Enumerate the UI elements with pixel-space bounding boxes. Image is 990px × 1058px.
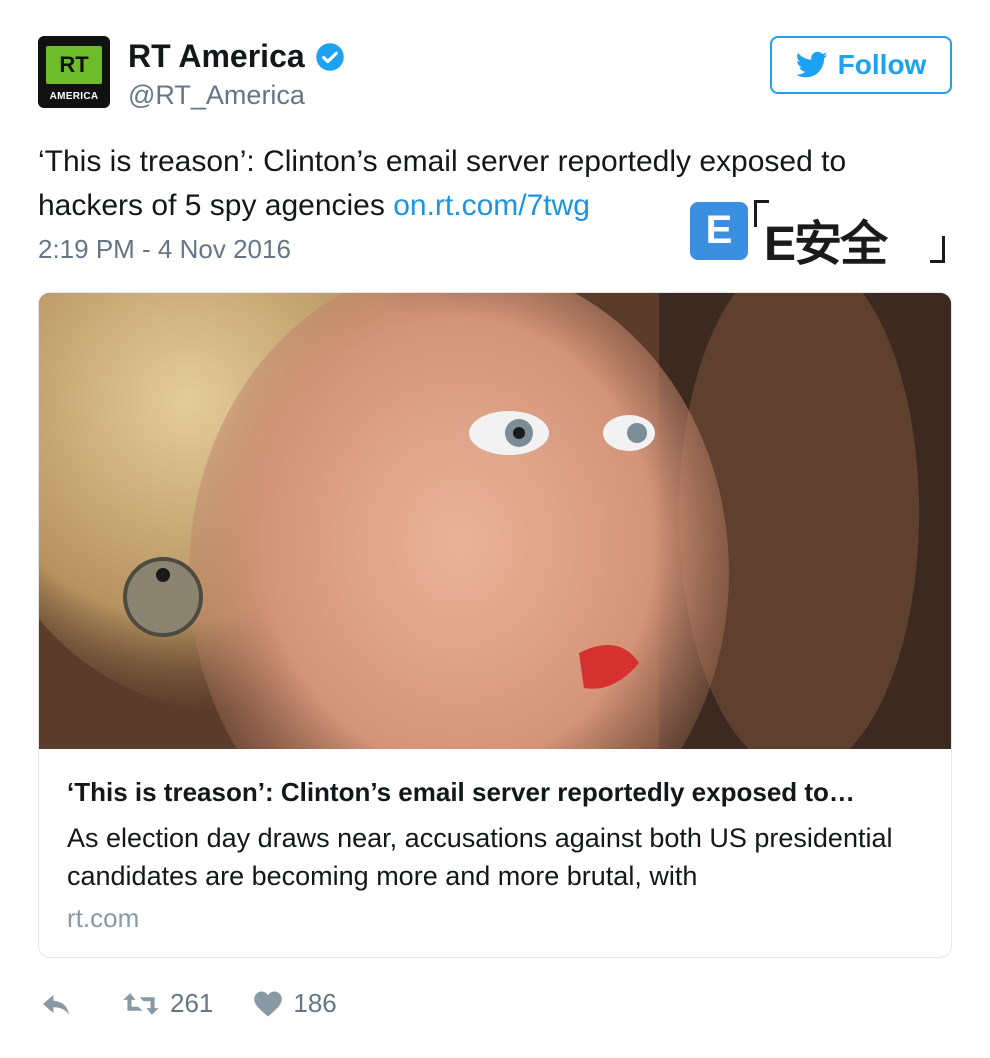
- watermark-logo-icon: E: [690, 202, 748, 260]
- retweet-button[interactable]: 261: [122, 988, 213, 1019]
- follow-label: Follow: [837, 49, 927, 80]
- verified-badge-icon: [315, 42, 344, 71]
- link-preview-card[interactable]: ‘This is treason’: Clinton’s email serve…: [38, 292, 952, 958]
- tweet-timestamp[interactable]: 2:19 PM - 4 Nov 2016: [38, 234, 291, 265]
- follow-button[interactable]: Follow: [770, 36, 952, 94]
- account-name[interactable]: RT America: [128, 38, 305, 75]
- rt-logo-subtext: AMERICA: [49, 91, 99, 102]
- like-count: 186: [293, 988, 337, 1018]
- card-title[interactable]: ‘This is treason’: Clinton’s email serve…: [67, 777, 927, 808]
- retweet-icon: [123, 992, 159, 1015]
- twitter-bird-icon: [795, 51, 828, 78]
- like-button[interactable]: 186: [253, 988, 337, 1019]
- tweet-actions: 261 186: [40, 988, 377, 1019]
- card-photo: [39, 293, 951, 749]
- reply-button[interactable]: [40, 991, 82, 1017]
- account-name-row[interactable]: RT America: [128, 38, 345, 75]
- reply-icon: [43, 994, 69, 1014]
- card-domain: rt.com: [67, 903, 140, 933]
- watermark-bracket-right: [930, 236, 945, 263]
- rt-logo-text: RT: [46, 46, 102, 84]
- card-description: As election day draws near, accusations …: [67, 823, 893, 891]
- account-handle[interactable]: @RT_America: [128, 80, 305, 111]
- account-avatar[interactable]: RT AMERICA: [38, 36, 110, 108]
- watermark-text: E安全: [764, 218, 888, 271]
- tweet-link[interactable]: on.rt.com/7twg: [393, 189, 590, 222]
- watermark: E E安全: [688, 198, 948, 271]
- heart-icon: [254, 991, 283, 1016]
- card-image[interactable]: [39, 293, 951, 749]
- retweet-count: 261: [170, 988, 214, 1018]
